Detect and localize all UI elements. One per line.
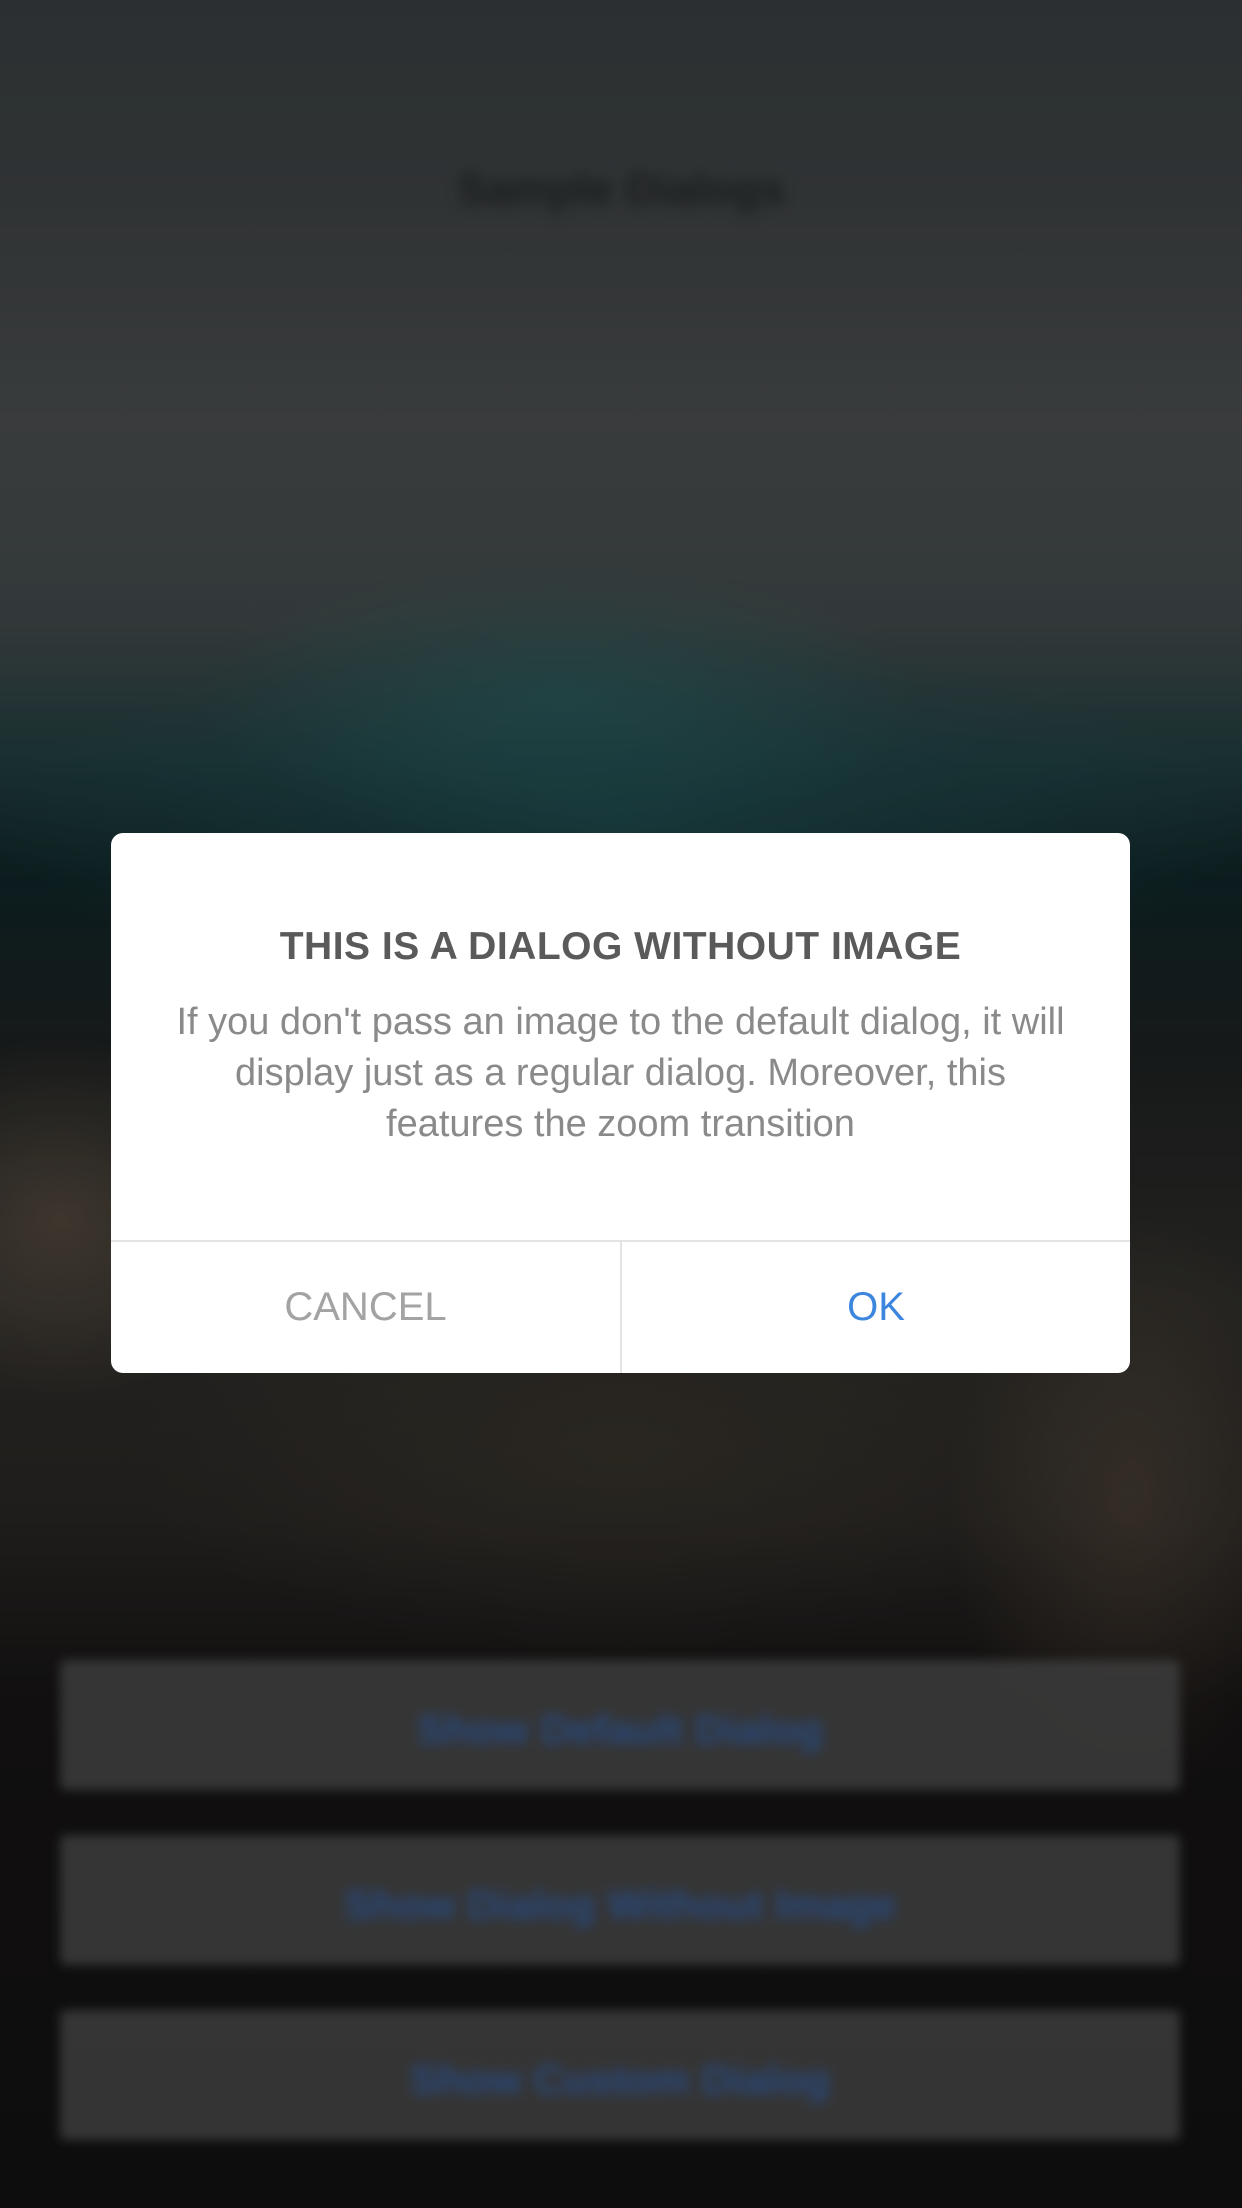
screen: Sample Dialogs Show Default Dialog Show …: [0, 0, 1242, 2208]
ok-button[interactable]: OK: [622, 1242, 1130, 1373]
dialog-message: If you don't pass an image to the defaul…: [176, 1001, 1065, 1145]
alert-dialog: THIS IS A DIALOG WITHOUT IMAGE If you do…: [111, 833, 1130, 1373]
cancel-button[interactable]: CANCEL: [111, 1242, 620, 1373]
dialog-title: THIS IS A DIALOG WITHOUT IMAGE: [279, 925, 962, 968]
